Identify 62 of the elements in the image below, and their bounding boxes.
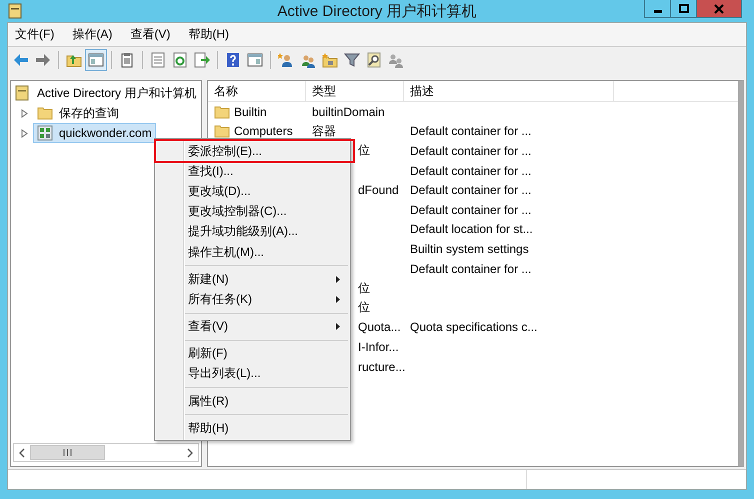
menu-item[interactable]: 查看(V) xyxy=(123,24,178,44)
menu-item[interactable]: 委派控制(E)... xyxy=(156,141,353,162)
menu-item[interactable]: 帮助(H) xyxy=(181,24,236,44)
menu-item[interactable]: 提升域功能级别(A)... xyxy=(155,222,350,242)
table-cell: 容器 xyxy=(312,122,336,140)
menu-item[interactable]: 操作(A) xyxy=(65,24,120,44)
minimize-icon xyxy=(654,10,662,13)
tree-item[interactable]: Active Directory 用户和计算机 xyxy=(35,84,198,102)
expand-icon[interactable] xyxy=(21,128,28,138)
minimize-button[interactable] xyxy=(644,0,671,18)
menu-item[interactable]: 更改域(D)... xyxy=(155,181,350,202)
menu-item[interactable]: 新建(N) xyxy=(155,269,350,290)
menu-item[interactable]: 导出列表(L)... xyxy=(155,364,350,384)
menu-item[interactable]: 操作主机(M)... xyxy=(155,242,350,262)
table-cell: Default container for ... xyxy=(410,124,532,138)
table-cell: 位 xyxy=(358,280,370,297)
table-cell: ructure... xyxy=(358,360,406,374)
table-cell: dFound xyxy=(358,183,399,198)
menu-item[interactable]: 帮助(H) xyxy=(155,418,350,438)
table-cell: Computers xyxy=(234,124,293,138)
horizontal-scrollbar[interactable] xyxy=(13,443,199,462)
submenu-arrow-icon xyxy=(336,323,340,330)
column-header[interactable]: 描述 xyxy=(404,81,614,101)
table-cell: builtinDomain xyxy=(312,104,385,119)
domain-icon xyxy=(37,125,53,141)
folder-icon xyxy=(214,104,230,119)
close-button[interactable] xyxy=(696,0,742,18)
tree-pane-icon[interactable] xyxy=(85,49,107,71)
submenu-arrow-icon xyxy=(336,296,340,303)
table-cell: Default container for ... xyxy=(410,202,532,217)
menu-item[interactable]: 刷新(F) xyxy=(155,344,350,364)
expand-icon[interactable] xyxy=(21,108,28,118)
table-cell: Default container for ... xyxy=(410,262,532,276)
table-cell: 位 xyxy=(358,142,370,160)
column-header[interactable]: 名称 xyxy=(208,81,306,101)
table-cell: Default container for ... xyxy=(410,183,532,198)
table-cell: Builtin xyxy=(234,104,267,119)
tree-item[interactable]: quickwonder.com xyxy=(33,123,156,143)
scrollbar-thumb[interactable] xyxy=(30,445,105,460)
maximize-icon xyxy=(678,4,688,14)
tree-item[interactable]: 保存的查询 xyxy=(33,102,123,124)
submenu-arrow-icon xyxy=(336,276,340,283)
close-icon xyxy=(714,4,724,14)
column-header[interactable]: 类型 xyxy=(306,81,404,101)
table-cell: Default container for ... xyxy=(410,164,532,178)
menu-item[interactable]: 所有任务(K) xyxy=(155,289,350,310)
table-cell: Builtin system settings xyxy=(410,242,529,256)
window-title: Active Directory 用户和计算机 xyxy=(277,2,477,21)
menu-item[interactable]: 文件(F) xyxy=(8,24,62,44)
table-cell: I-Infor... xyxy=(358,340,399,354)
menu-item[interactable]: 查看(V) xyxy=(155,316,350,337)
menu-item[interactable]: 属性(R) xyxy=(155,391,350,412)
table-cell: 位 xyxy=(358,299,370,316)
table-cell: Quota specifications c... xyxy=(410,320,538,334)
console-icon xyxy=(15,85,29,101)
table-cell: Default container for ... xyxy=(410,144,532,158)
menu-item[interactable]: 查找(I)... xyxy=(155,161,350,182)
table-cell: Default location for st... xyxy=(410,222,533,236)
menu-item[interactable]: 更改域控制器(C)... xyxy=(155,202,350,222)
table-cell: Quota... xyxy=(358,320,401,334)
app-icon xyxy=(8,3,22,19)
folder-icon xyxy=(37,106,53,120)
